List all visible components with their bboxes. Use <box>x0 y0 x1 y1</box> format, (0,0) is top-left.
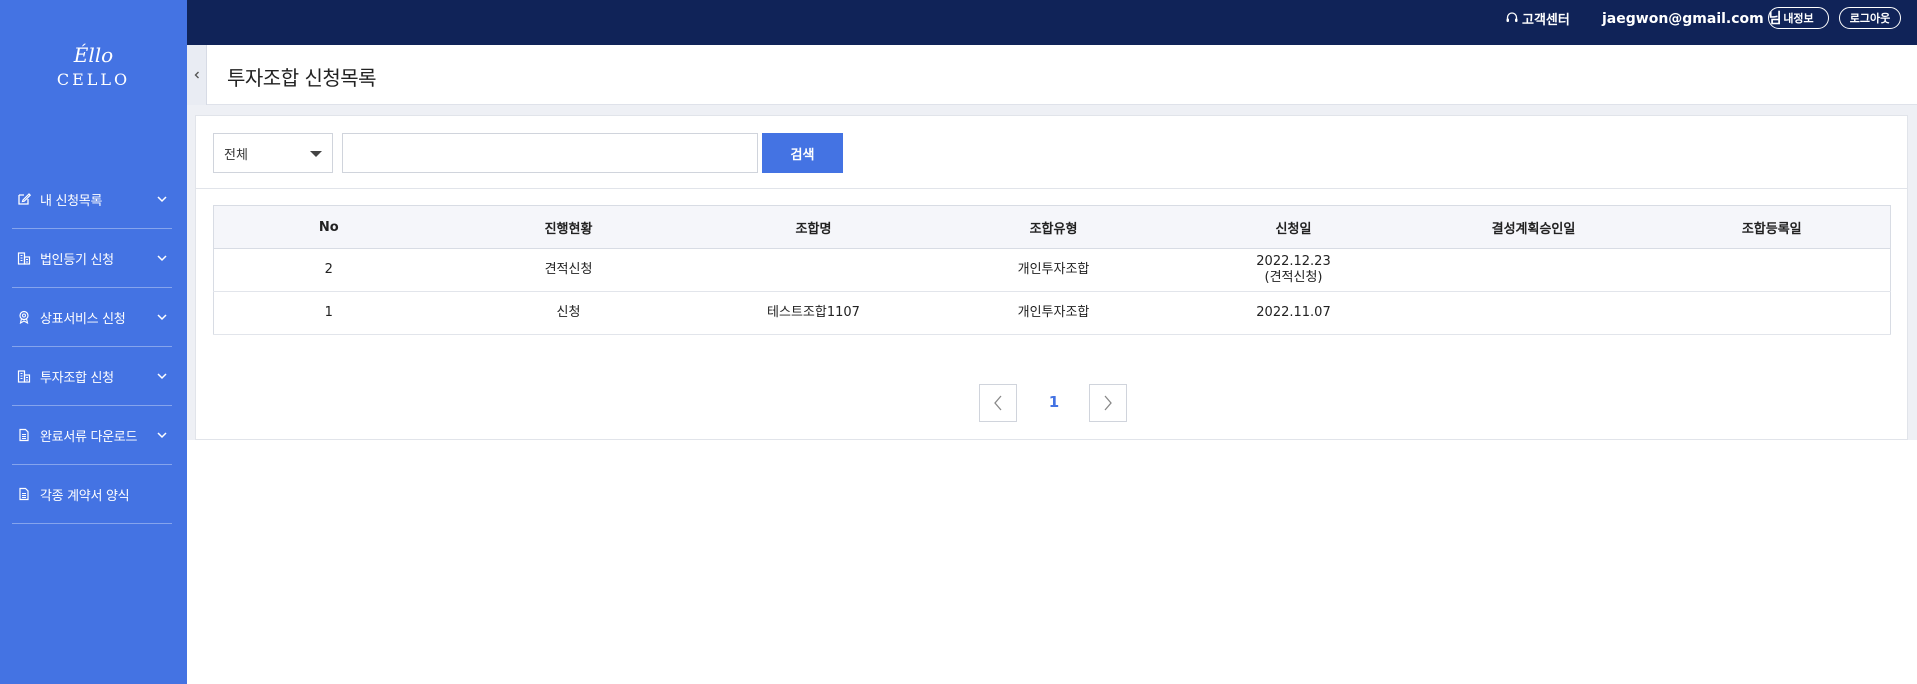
search-input[interactable] <box>342 133 758 173</box>
cell-apply-date: 2022.12.23 (견적신청) <box>1173 248 1414 292</box>
user-email: jaegwon@gmail.com 님 <box>1602 11 1782 27</box>
column-header-no: No <box>213 205 444 249</box>
logo-wordmark: CELLO <box>56 70 131 89</box>
table-header-row: No 진행현황 조합명 조합유형 신청일 결성계획승인일 조합등록일 <box>213 205 1891 249</box>
cell-no: 1 <box>213 291 444 335</box>
logo-script: Éllo <box>73 43 114 67</box>
building-icon <box>16 368 32 384</box>
cell-registration-date <box>1653 291 1891 335</box>
cell-approval-date <box>1413 248 1654 292</box>
sidebar-item-label: 투자조합 신청 <box>40 370 114 386</box>
chevron-down-icon <box>157 196 167 203</box>
sidebar-item-label: 법인등기 신청 <box>40 252 114 268</box>
document-icon <box>16 486 32 502</box>
chevron-down-icon <box>157 432 167 439</box>
column-header-type: 조합유형 <box>933 205 1174 249</box>
document-icon <box>16 427 32 443</box>
sidebar-item-my-applications[interactable]: 내 신청목록 <box>12 170 172 229</box>
chevron-right-icon <box>1104 395 1112 411</box>
logout-button[interactable]: 로그아웃 <box>1839 7 1901 29</box>
sidebar-collapse-button[interactable] <box>187 45 207 105</box>
caret-down-icon <box>310 151 322 157</box>
chevron-down-icon <box>157 314 167 321</box>
headset-icon <box>1506 12 1518 22</box>
sidebar-item-investment-association[interactable]: 투자조합 신청 <box>12 347 172 406</box>
table-row[interactable]: 1 신청 테스트조합1107 개인투자조합 2022.11.07 <box>213 291 1891 335</box>
customer-center-label: 고객센터 <box>1522 12 1570 28</box>
chevron-down-icon <box>157 255 167 262</box>
sidebar-item-label: 각종 계약서 양식 <box>40 488 130 504</box>
cell-status: 신청 <box>443 291 694 335</box>
apply-date-note: (견적신청) <box>1264 270 1323 285</box>
my-info-button[interactable]: 내정보 <box>1768 7 1829 29</box>
cell-registration-date <box>1653 248 1891 292</box>
chevron-left-icon <box>994 395 1002 411</box>
sidebar-item-label: 내 신청목록 <box>40 193 103 209</box>
building-icon <box>16 250 32 266</box>
search-bar: 전체 검색 <box>196 116 1907 189</box>
cell-no: 2 <box>213 248 444 292</box>
pagination: 1 <box>196 384 1907 424</box>
page-number-current[interactable]: 1 <box>1039 393 1069 411</box>
apply-date-value: 2022.12.23 <box>1256 254 1331 269</box>
application-table: No 진행현황 조합명 조합유형 신청일 결성계획승인일 조합등록일 2 견적신… <box>213 205 1891 335</box>
previous-page-button[interactable] <box>979 384 1017 422</box>
column-header-status: 진행현황 <box>443 205 694 249</box>
column-header-name: 조합명 <box>693 205 934 249</box>
page-header: 투자조합 신청목록 <box>207 45 1917 105</box>
next-page-button[interactable] <box>1089 384 1127 422</box>
customer-center-link[interactable]: 고객센터 <box>1505 9 1570 28</box>
cell-apply-date: 2022.11.07 <box>1173 291 1414 335</box>
cell-approval-date <box>1413 291 1654 335</box>
column-header-approval-date: 결성계획승인일 <box>1413 205 1654 249</box>
search-button[interactable]: 검색 <box>762 133 843 173</box>
sidebar-item-completed-documents[interactable]: 완료서류 다운로드 <box>12 406 172 465</box>
chevron-down-icon <box>157 373 167 380</box>
sidebar-item-corporate-registration[interactable]: 법인등기 신청 <box>12 229 172 288</box>
top-bar: 고객센터 jaegwon@gmail.com 님 내정보 로그아웃 <box>187 0 1917 45</box>
edit-icon <box>16 191 32 207</box>
sidebar-item-contract-forms[interactable]: 각종 계약서 양식 <box>12 465 172 524</box>
cell-status: 견적신청 <box>443 248 694 292</box>
sidebar-item-label: 상표서비스 신청 <box>40 311 126 327</box>
column-header-apply-date: 신청일 <box>1173 205 1414 249</box>
cell-name: 테스트조합1107 <box>693 291 934 335</box>
sidebar: Éllo CELLO 내 신청목록 법인등기 신청 상표서비스 신청 투자조합 … <box>0 0 187 684</box>
sidebar-item-label: 완료서류 다운로드 <box>40 429 138 445</box>
content-panel: 전체 검색 No 진행현황 조합명 조합유형 신청일 결성계획승인일 조합등록일… <box>195 115 1908 440</box>
chevron-left-icon <box>194 71 199 79</box>
cell-type: 개인투자조합 <box>933 248 1174 292</box>
award-icon <box>16 309 32 325</box>
table-row[interactable]: 2 견적신청 개인투자조합 2022.12.23 (견적신청) <box>213 248 1891 292</box>
search-filter-select[interactable]: 전체 <box>213 133 333 173</box>
brand-logo[interactable]: Éllo CELLO <box>0 44 187 89</box>
cell-type: 개인투자조합 <box>933 291 1174 335</box>
sidebar-item-trademark-service[interactable]: 상표서비스 신청 <box>12 288 172 347</box>
cell-name <box>693 248 934 292</box>
search-filter-value: 전체 <box>224 147 248 163</box>
column-header-registration-date: 조합등록일 <box>1653 205 1891 249</box>
sidebar-menu: 내 신청목록 법인등기 신청 상표서비스 신청 투자조합 신청 완료서류 다운로… <box>12 170 172 524</box>
page-title: 투자조합 신청목록 <box>227 66 377 90</box>
